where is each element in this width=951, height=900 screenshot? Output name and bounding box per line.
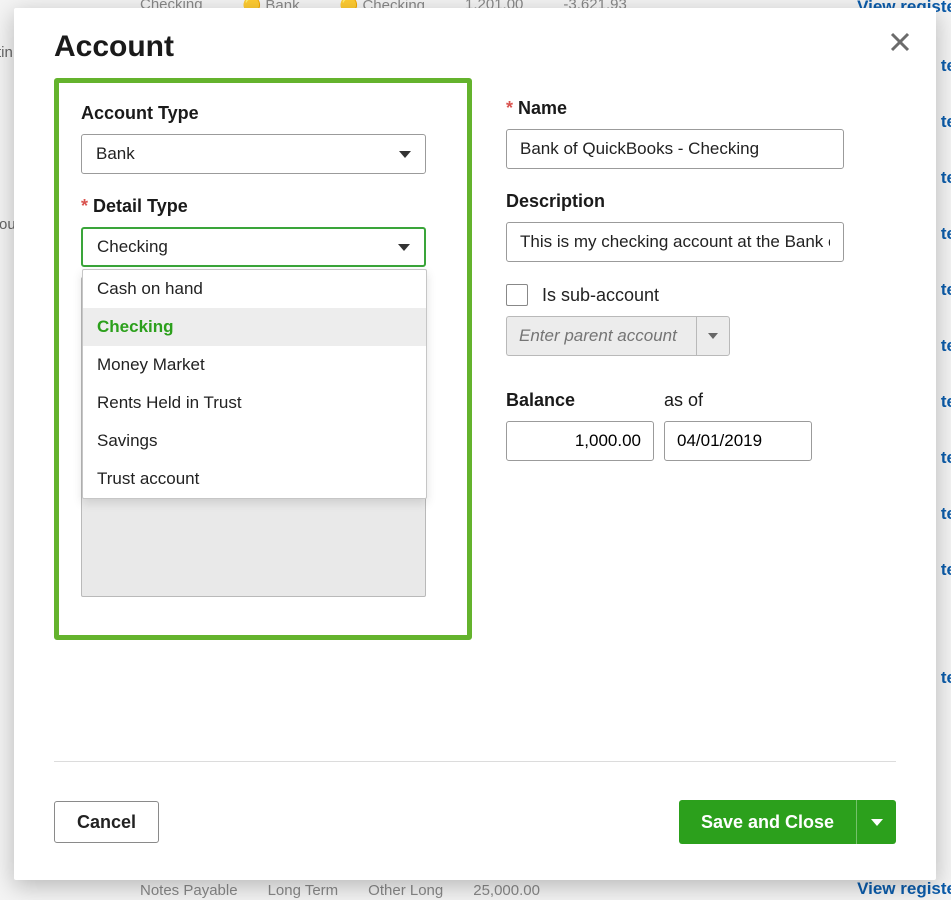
detail-type-option[interactable]: Money Market — [83, 346, 426, 384]
detail-type-value: Checking — [97, 237, 168, 257]
bg-view-register-bottom[interactable]: View registe — [857, 879, 951, 899]
parent-account-input — [506, 316, 696, 356]
bg-link-frag[interactable]: te — [941, 504, 951, 524]
chevron-down-icon — [398, 244, 410, 251]
required-asterisk: * — [506, 98, 513, 119]
bg-link-frag[interactable]: te — [941, 560, 951, 580]
detail-type-option[interactable]: Trust account — [83, 460, 426, 498]
highlight-frame: Account Type Bank * Detail Type Checking… — [54, 78, 472, 640]
is-subaccount-checkbox[interactable] — [506, 284, 528, 306]
chevron-down-icon — [708, 333, 718, 339]
is-subaccount-label: Is sub-account — [542, 285, 659, 306]
bg-link-frag[interactable]: te — [941, 56, 951, 76]
bg-link-frag[interactable]: te — [941, 112, 951, 132]
bg-link-frag[interactable]: te — [941, 392, 951, 412]
detail-type-dropdown: Cash on hand Checking Money Market Rents… — [82, 269, 427, 499]
name-label: * Name — [506, 98, 896, 119]
detail-type-option[interactable]: Savings — [83, 422, 426, 460]
bg-link-frag[interactable]: te — [941, 668, 951, 688]
bg-table-row-bottom: Notes Payable Long Term Other Long 25,00… — [140, 882, 951, 900]
asof-date-input[interactable] — [664, 421, 812, 461]
detail-type-option[interactable]: Checking — [83, 308, 426, 346]
parent-account-dropdown-button — [696, 316, 730, 356]
chevron-down-icon — [399, 151, 411, 158]
bg-link-frag[interactable]: te — [941, 168, 951, 188]
chevron-down-icon — [871, 819, 883, 826]
divider — [54, 761, 896, 762]
detail-type-option[interactable]: Cash on hand — [83, 270, 426, 308]
account-type-label: Account Type — [81, 103, 445, 124]
save-split-dropdown[interactable] — [856, 800, 896, 844]
name-input[interactable] — [506, 129, 844, 169]
bg-frag-tin: tin — [0, 44, 13, 61]
description-input[interactable] — [506, 222, 844, 262]
detail-type-option[interactable]: Rents Held in Trust — [83, 384, 426, 422]
account-type-value: Bank — [96, 144, 135, 164]
account-modal: Account Account Type Bank * Detail Type … — [14, 8, 936, 880]
balance-label: Balance — [506, 390, 654, 411]
detail-type-select[interactable]: Checking Cash on hand Checking Money Mar… — [81, 227, 426, 267]
bg-link-frag[interactable]: te — [941, 448, 951, 468]
account-type-select[interactable]: Bank — [81, 134, 426, 174]
save-and-close-button[interactable]: Save and Close — [679, 800, 896, 844]
bg-link-frag[interactable]: te — [941, 336, 951, 356]
bg-link-frag[interactable]: te — [941, 280, 951, 300]
save-button-label: Save and Close — [679, 812, 856, 833]
close-icon — [888, 30, 912, 54]
cancel-button[interactable]: Cancel — [54, 801, 159, 843]
required-asterisk: * — [81, 196, 88, 217]
balance-input[interactable] — [506, 421, 654, 461]
bg-link-frag[interactable]: te — [941, 224, 951, 244]
detail-type-label: * Detail Type — [81, 196, 445, 217]
parent-account-select — [506, 316, 896, 356]
asof-label: as of — [664, 390, 812, 411]
description-label: Description — [506, 191, 896, 212]
modal-title: Account — [54, 30, 896, 64]
close-button[interactable] — [888, 30, 912, 54]
